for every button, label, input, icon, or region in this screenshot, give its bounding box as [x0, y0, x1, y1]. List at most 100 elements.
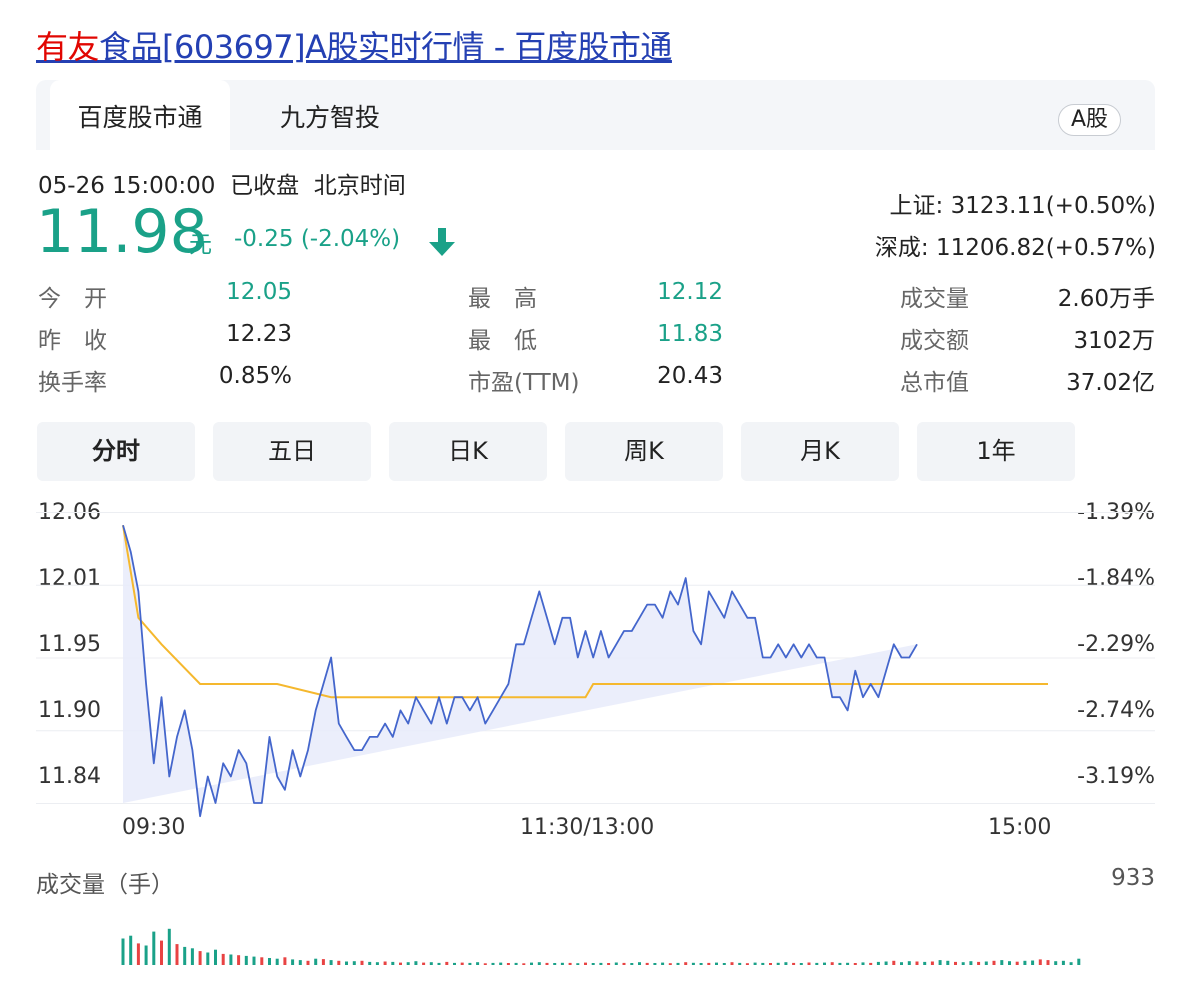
- volume-bar: [414, 961, 418, 965]
- volume-bar: [915, 961, 919, 965]
- volume-bar: [869, 962, 873, 965]
- volume-bar: [476, 962, 480, 965]
- volume-bar: [853, 963, 857, 965]
- volume-bar: [545, 962, 549, 965]
- volume-bar: [638, 962, 641, 965]
- volume-bar: [283, 957, 287, 965]
- volume-bar: [707, 962, 711, 965]
- volume-bar: [221, 953, 225, 965]
- volume-bar: [892, 960, 896, 965]
- volume-bar: [1046, 960, 1050, 965]
- volume-bar: [352, 961, 356, 965]
- volume-bar: [506, 963, 510, 965]
- volume-bar: [445, 961, 449, 965]
- volume-bar: [807, 962, 811, 965]
- volume-bar: [876, 961, 880, 965]
- volume-bar: [823, 962, 826, 965]
- volume-bar: [715, 962, 718, 965]
- volume-bar: [830, 962, 834, 965]
- volume-bar: [954, 961, 957, 965]
- volume-bar: [383, 961, 387, 965]
- volume-bar: [1031, 960, 1035, 965]
- volume-bar: [422, 962, 426, 965]
- volume-bar: [984, 961, 988, 965]
- volume-bar: [522, 963, 526, 965]
- volume-bar: [121, 938, 125, 965]
- volume-bar: [291, 959, 295, 965]
- volume-bar: [653, 963, 657, 965]
- volume-bar: [491, 962, 495, 965]
- volume-bar: [244, 955, 248, 965]
- volume-bar: [753, 962, 757, 965]
- volume-bar: [406, 962, 410, 965]
- volume-bar: [1077, 958, 1081, 965]
- intraday-price-chart[interactable]: [0, 0, 1186, 982]
- volume-bar: [499, 962, 503, 965]
- volume-bar: [214, 949, 217, 965]
- volume-bar: [861, 962, 865, 965]
- volume-bar: [175, 944, 179, 965]
- volume-bar: [237, 955, 241, 965]
- volume-bar: [268, 958, 271, 965]
- volume-bar: [298, 960, 302, 965]
- volume-bar: [738, 962, 742, 965]
- volume-bar: [969, 961, 973, 965]
- volume-bar: [437, 962, 441, 965]
- volume-bar: [553, 963, 557, 965]
- volume-bar: [329, 960, 333, 965]
- volume-bar: [799, 963, 803, 965]
- volume-bar: [784, 962, 788, 965]
- volume-bar: [946, 960, 950, 965]
- volume-bar: [275, 958, 279, 965]
- volume-bar: [190, 948, 194, 965]
- volume-bar: [375, 962, 379, 965]
- volume-bar: [460, 962, 464, 965]
- volume-bar: [930, 961, 934, 965]
- volume-bar: [584, 962, 587, 965]
- volume-bar: [1000, 960, 1004, 965]
- volume-bar: [183, 946, 187, 965]
- volume-bar: [229, 954, 233, 965]
- volume-bar: [1008, 961, 1011, 965]
- volume-bar: [360, 960, 364, 965]
- volume-bar: [576, 963, 580, 965]
- volume-bar: [684, 962, 688, 965]
- volume-bar: [1061, 960, 1065, 965]
- volume-bar: [136, 943, 140, 965]
- volume-bar: [368, 961, 372, 965]
- volume-bar: [730, 962, 734, 965]
- volume-bar: [938, 960, 942, 965]
- volume-bar: [337, 960, 341, 965]
- volume-bar: [429, 962, 433, 965]
- volume-max-label: 933: [1111, 865, 1155, 891]
- volume-bar: [144, 945, 148, 965]
- volume-bar: [907, 961, 911, 965]
- volume-bar: [668, 963, 672, 965]
- volume-bar: [745, 963, 749, 965]
- volume-bar: [260, 957, 264, 965]
- volume-bar: [1015, 961, 1019, 965]
- volume-bar: [591, 963, 595, 965]
- volume-bar: [614, 962, 618, 965]
- volume-bar: [206, 952, 210, 965]
- volume-bar: [483, 963, 487, 965]
- volume-bar: [923, 961, 927, 965]
- volume-bar: [129, 935, 133, 965]
- volume-bar: [645, 962, 649, 965]
- volume-bar: [560, 962, 564, 965]
- volume-bar: [306, 960, 310, 965]
- volume-bar: [961, 962, 965, 965]
- volume-bar: [699, 963, 703, 965]
- volume-bar: [530, 962, 533, 965]
- volume-bar: [198, 951, 202, 965]
- volume-bar: [992, 960, 996, 965]
- volume-bar: [1038, 959, 1042, 965]
- volume-bar: [1023, 960, 1027, 965]
- volume-bar: [167, 928, 171, 965]
- price-area: [123, 525, 917, 817]
- volume-bar: [884, 961, 888, 965]
- volume-bar: [977, 961, 981, 965]
- volume-bar: [152, 931, 156, 965]
- volume-bar: [792, 962, 796, 965]
- volume-title: 成交量（手）: [36, 872, 174, 898]
